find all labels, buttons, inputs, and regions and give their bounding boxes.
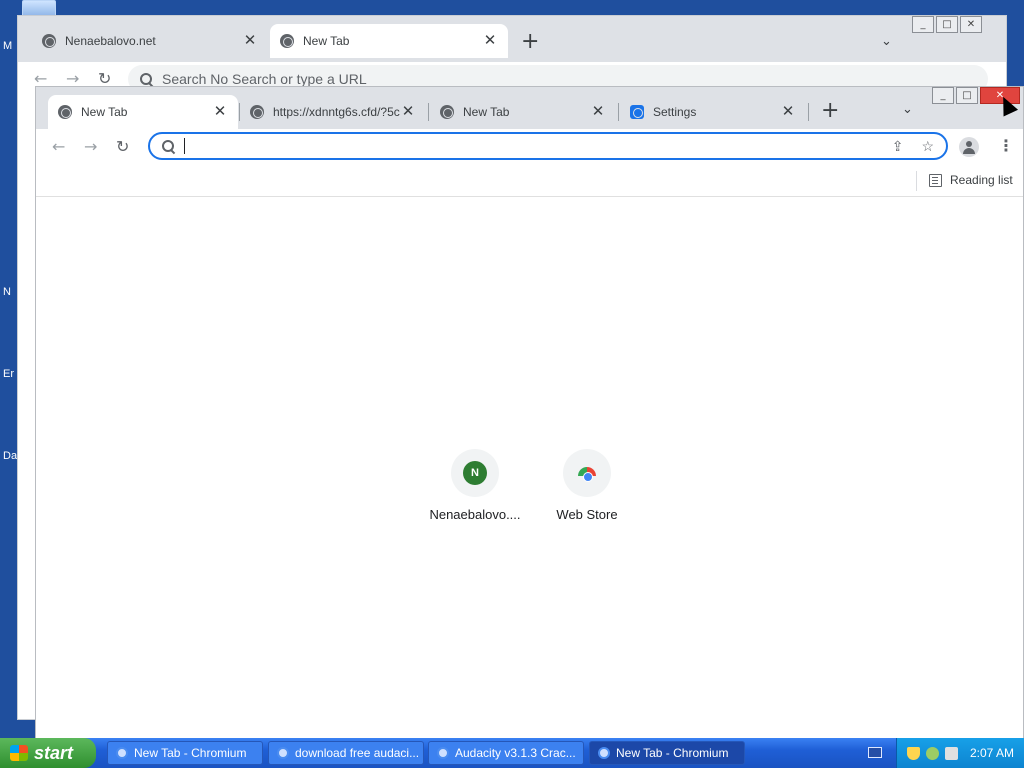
globe-icon xyxy=(440,105,454,119)
bookmarks-bar: Reading list xyxy=(36,165,1023,197)
tab-title: New Tab xyxy=(303,34,350,48)
reading-list-icon xyxy=(929,173,942,187)
globe-icon xyxy=(58,105,72,119)
windows-flag-icon xyxy=(10,745,28,761)
chromium-icon xyxy=(437,747,449,759)
omnibox-actions: ⇪ ☆ xyxy=(892,138,934,155)
gear-icon xyxy=(630,105,644,119)
tab-new-tab-2[interactable]: New Tab ✕ xyxy=(430,95,616,129)
taskbar-item-label: New Tab - Chromium xyxy=(616,746,729,760)
tab-nenaebalovo[interactable]: Nenaebalovo.net ✕ xyxy=(32,24,268,58)
shortcut-icon-circle: N xyxy=(451,449,499,497)
chromium-icon xyxy=(277,747,289,759)
tab-title: Nenaebalovo.net xyxy=(65,34,156,48)
search-icon xyxy=(140,73,152,85)
tab-title: New Tab xyxy=(81,105,128,119)
profile-avatar-icon[interactable] xyxy=(959,137,979,157)
reading-list-label: Reading list xyxy=(950,173,1013,187)
tab-settings[interactable]: Settings ✕ xyxy=(620,95,806,129)
reading-list-button[interactable]: Reading list xyxy=(929,173,1013,187)
close-tab-icon[interactable]: ✕ xyxy=(482,33,498,49)
close-tab-icon[interactable]: ✕ xyxy=(590,104,606,120)
chromium-icon xyxy=(116,747,128,759)
omnibox[interactable]: ⇪ ☆ xyxy=(148,132,948,160)
tab-xdnntg6s[interactable]: https://xdnntg6s.cfd/?5c1 ✕ xyxy=(240,95,426,129)
start-button[interactable]: start xyxy=(0,738,96,768)
new-tab-button[interactable]: + xyxy=(521,31,539,53)
taskbar-item-active[interactable]: New Tab - Chromium xyxy=(589,741,745,765)
close-tab-icon[interactable]: ✕ xyxy=(242,33,258,49)
tab-new-tab[interactable]: New Tab ✕ xyxy=(270,24,508,58)
shortcut-label: Nenaebalovo.... xyxy=(429,507,521,522)
tab-title: https://xdnntg6s.cfd/?5c1 xyxy=(273,105,400,119)
text-caret xyxy=(184,138,185,154)
tab-strip: Nenaebalovo.net ✕ New Tab ✕ + ⌄ _ □ ✕ xyxy=(18,16,1006,62)
start-label: start xyxy=(34,742,74,763)
tab-strip: New Tab ✕ https://xdnntg6s.cfd/?5c1 ✕ Ne… xyxy=(36,87,1023,129)
window-controls: _ □ ✕ xyxy=(910,16,982,33)
taskbar-item[interactable]: download free audaci... xyxy=(268,741,424,765)
site-letter-icon: N xyxy=(463,461,487,485)
browser-window-front: New Tab ✕ https://xdnntg6s.cfd/?5c1 ✕ Ne… xyxy=(35,86,1024,740)
taskbar-item-label: New Tab - Chromium xyxy=(134,746,247,760)
taskbar-item[interactable]: Audacity v3.1.3 Crac... xyxy=(428,741,584,765)
tab-title: Settings xyxy=(653,105,697,119)
close-tab-icon[interactable]: ✕ xyxy=(780,104,796,120)
close-tab-icon[interactable]: ✕ xyxy=(400,104,416,120)
chromium-icon xyxy=(598,747,610,759)
forward-button[interactable]: → xyxy=(84,137,97,157)
minimize-button[interactable]: _ xyxy=(932,87,954,104)
shortcut-tile-nenaebalovo[interactable]: N Nenaebalovo.... xyxy=(419,449,531,522)
desktop-label: N xyxy=(3,286,11,298)
minimize-button[interactable]: _ xyxy=(912,16,934,33)
bookmark-star-icon[interactable]: ☆ xyxy=(921,138,934,155)
toolbar: ← → ↻ ⇪ ☆ ⋮ xyxy=(36,129,1023,165)
close-window-button[interactable]: ✕ xyxy=(960,16,982,33)
desktop-label: M xyxy=(3,40,13,52)
search-icon xyxy=(162,140,174,152)
tab-title: New Tab xyxy=(463,105,510,119)
globe-icon xyxy=(280,34,294,48)
system-tray: 2:07 AM xyxy=(896,738,1024,768)
taskbar-item-label: Audacity v3.1.3 Crac... xyxy=(455,746,576,760)
share-icon[interactable]: ⇪ xyxy=(892,138,904,155)
maximize-button[interactable]: □ xyxy=(936,16,958,33)
bookmarks-separator xyxy=(916,171,917,191)
tab-separator xyxy=(428,103,429,121)
taskbar: start New Tab - Chromium download free a… xyxy=(0,738,1024,768)
close-tab-icon[interactable]: ✕ xyxy=(212,104,228,120)
shortcut-label: Web Store xyxy=(556,507,618,522)
tab-search-chevron-icon[interactable]: ⌄ xyxy=(881,34,892,49)
clock: 2:07 AM xyxy=(970,746,1015,760)
new-tab-page: N Nenaebalovo.... Web Store xyxy=(36,197,1023,739)
taskbar-item[interactable]: New Tab - Chromium xyxy=(107,741,263,765)
keyboard-layout-icon[interactable] xyxy=(868,747,882,758)
tab-search-chevron-icon[interactable]: ⌄ xyxy=(902,102,913,117)
globe-icon xyxy=(42,34,56,48)
shortcut-tile-web-store[interactable]: Web Store xyxy=(531,449,643,522)
web-store-icon xyxy=(578,467,596,482)
new-tab-button[interactable]: + xyxy=(821,100,839,122)
reload-button[interactable]: ↻ xyxy=(116,137,129,157)
taskbar-item-label: download free audaci... xyxy=(295,746,420,760)
volume-icon[interactable] xyxy=(945,746,958,760)
tab-separator xyxy=(618,103,619,121)
back-button[interactable]: ← xyxy=(52,137,65,157)
omnibox-input[interactable] xyxy=(187,138,837,154)
shortcut-icon-circle xyxy=(563,449,611,497)
security-shield-icon[interactable] xyxy=(907,746,920,760)
maximize-button[interactable]: □ xyxy=(956,87,978,104)
omnibox-placeholder: Search No Search or type a URL xyxy=(162,71,367,87)
globe-icon xyxy=(250,105,264,119)
network-icon[interactable] xyxy=(926,746,939,760)
menu-kebab-icon[interactable]: ⋮ xyxy=(998,137,1014,155)
desktop-label: Da xyxy=(3,450,18,462)
desktop-label: Er xyxy=(3,368,14,380)
tab-new-tab[interactable]: New Tab ✕ xyxy=(48,95,238,129)
tab-separator xyxy=(808,103,809,121)
